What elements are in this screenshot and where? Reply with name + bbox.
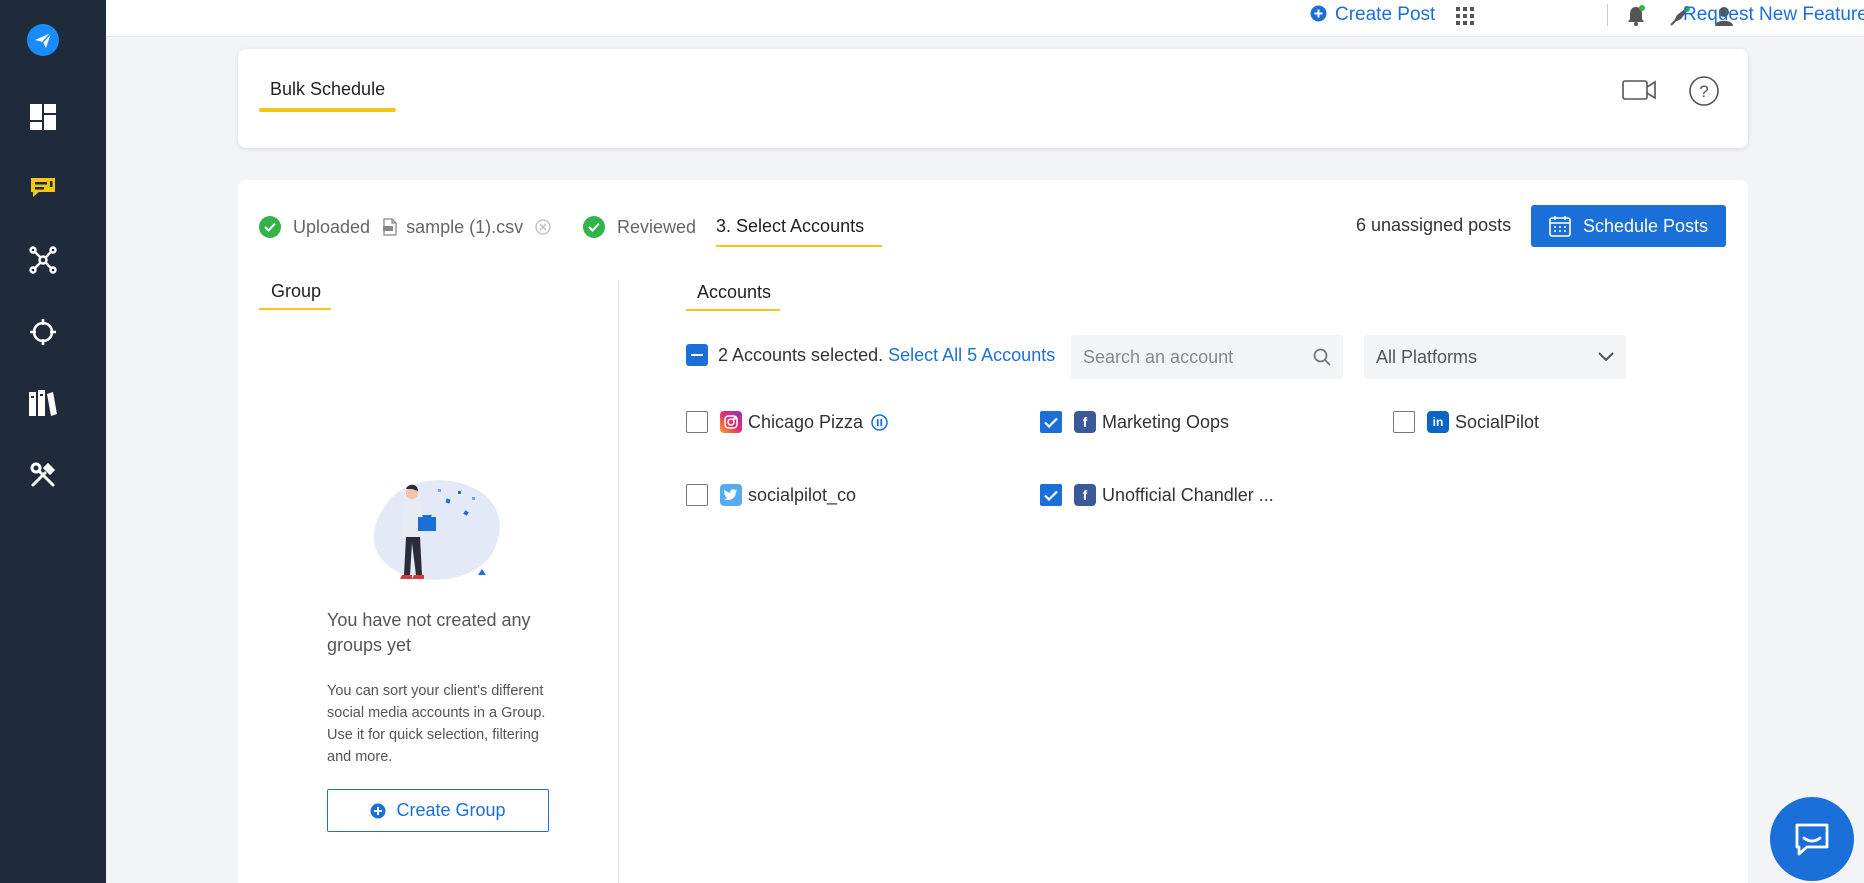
- step-reviewed: Reviewed: [583, 216, 696, 238]
- search-input[interactable]: [1083, 346, 1303, 368]
- step-uploaded: Uploaded sample (1).csv: [259, 216, 551, 238]
- account-checkbox[interactable]: [686, 484, 708, 506]
- create-post-label: Create Post: [1335, 4, 1436, 25]
- bell-icon[interactable]: [1624, 4, 1648, 28]
- calendar-icon: [1549, 215, 1571, 237]
- empty-groups-title: You have not created any groups yet: [327, 610, 531, 655]
- pause-icon: [871, 413, 888, 431]
- account-checkbox[interactable]: [1040, 484, 1062, 506]
- paper-plane-icon[interactable]: [22, 19, 64, 61]
- tab-bulk-schedule[interactable]: Bulk Schedule: [270, 79, 385, 100]
- account-item[interactable]: f Unofficial Chandler ...: [1040, 484, 1274, 506]
- instagram-icon: [720, 411, 742, 433]
- search-icon[interactable]: [1313, 348, 1331, 366]
- account-item[interactable]: f Marketing Oops: [1040, 411, 1229, 433]
- create-group-button[interactable]: Create Group: [327, 789, 549, 832]
- chat-icon: [1793, 821, 1831, 857]
- account-checkbox[interactable]: [686, 411, 708, 433]
- linkedin-icon: in: [1427, 411, 1449, 433]
- selection-bar: 2 Accounts selected. Select All 5 Accoun…: [686, 344, 1055, 366]
- account-name: SocialPilot: [1455, 411, 1540, 432]
- active-tab-underline: [259, 108, 396, 112]
- topbar: Create Post Request New Feature: [106, 0, 1864, 37]
- sidebar: [0, 0, 106, 883]
- select-all-link[interactable]: Select All 5 Accounts: [888, 345, 1055, 366]
- plus-circle-icon: [370, 803, 386, 819]
- group-title-underline: [259, 308, 331, 310]
- file-name: sample (1).csv: [406, 216, 524, 237]
- csv-file-icon: [382, 218, 398, 236]
- dashboard-icon[interactable]: [22, 96, 64, 138]
- selected-count: 2 Accounts selected.: [718, 344, 884, 365]
- messages-icon[interactable]: [22, 167, 64, 209]
- schedule-posts-button[interactable]: Schedule Posts: [1531, 205, 1726, 247]
- step-select-accounts[interactable]: 3. Select Accounts: [716, 216, 864, 237]
- request-feature-link[interactable]: Request New Feature: [1683, 4, 1864, 26]
- accounts-title: Accounts: [697, 282, 772, 302]
- plus-circle-icon: [1310, 5, 1327, 28]
- apps-grid-icon[interactable]: [1453, 4, 1477, 28]
- account-name: Marketing Oops: [1102, 411, 1230, 432]
- help-icon[interactable]: ?: [1689, 76, 1719, 106]
- accounts-title-underline: [686, 309, 780, 311]
- create-group-label: Create Group: [396, 800, 506, 820]
- facebook-icon: f: [1074, 411, 1096, 433]
- platform-filter[interactable]: All Platforms: [1364, 335, 1626, 379]
- account-item[interactable]: Chicago Pizza: [686, 411, 888, 433]
- step-reviewed-label: Reviewed: [617, 216, 697, 237]
- current-step-underline: [716, 245, 882, 247]
- account-item[interactable]: socialpilot_co: [686, 484, 856, 506]
- library-icon[interactable]: [22, 382, 64, 424]
- account-item[interactable]: in SocialPilot: [1393, 411, 1539, 433]
- account-name: Unofficial Chandler ...: [1102, 484, 1274, 505]
- tools-icon[interactable]: [22, 454, 64, 496]
- uploaded-file-chip: sample (1).csv: [382, 217, 551, 238]
- main-card: Uploaded sample (1).csv Reviewed 3. Sele…: [238, 180, 1748, 883]
- network-icon[interactable]: [22, 239, 64, 281]
- topbar-separator: [1607, 4, 1608, 26]
- unassigned-posts-count: 6 unassigned posts: [1356, 215, 1512, 235]
- svg-text:?: ?: [1699, 82, 1708, 101]
- facebook-icon: f: [1074, 484, 1096, 506]
- group-title: Group: [271, 281, 322, 301]
- empty-groups-illustration: [366, 475, 508, 587]
- chat-support-button[interactable]: [1770, 797, 1854, 881]
- platform-filter-value: All Platforms: [1376, 346, 1478, 367]
- account-name: socialpilot_co: [748, 484, 857, 505]
- remove-file-icon[interactable]: [535, 219, 551, 235]
- empty-groups-description: You can sort your client's different soc…: [327, 683, 546, 765]
- check-circle-icon: [259, 216, 281, 238]
- schedule-posts-label: Schedule Posts: [1582, 215, 1709, 236]
- account-search: [1071, 335, 1343, 379]
- target-icon[interactable]: [22, 311, 64, 353]
- check-circle-icon: [583, 216, 605, 238]
- panel-divider: [618, 280, 619, 883]
- select-all-checkbox[interactable]: [686, 344, 708, 366]
- header-card: Bulk Schedule ?: [238, 49, 1748, 148]
- video-icon[interactable]: [1622, 79, 1656, 101]
- account-name: Chicago Pizza: [748, 411, 864, 432]
- chevron-down-icon: [1598, 352, 1614, 362]
- account-checkbox[interactable]: [1040, 411, 1062, 433]
- twitter-icon: [720, 484, 742, 506]
- create-post-link[interactable]: Create Post: [1310, 4, 1435, 28]
- step-uploaded-label: Uploaded: [293, 216, 371, 237]
- account-checkbox[interactable]: [1393, 411, 1415, 433]
